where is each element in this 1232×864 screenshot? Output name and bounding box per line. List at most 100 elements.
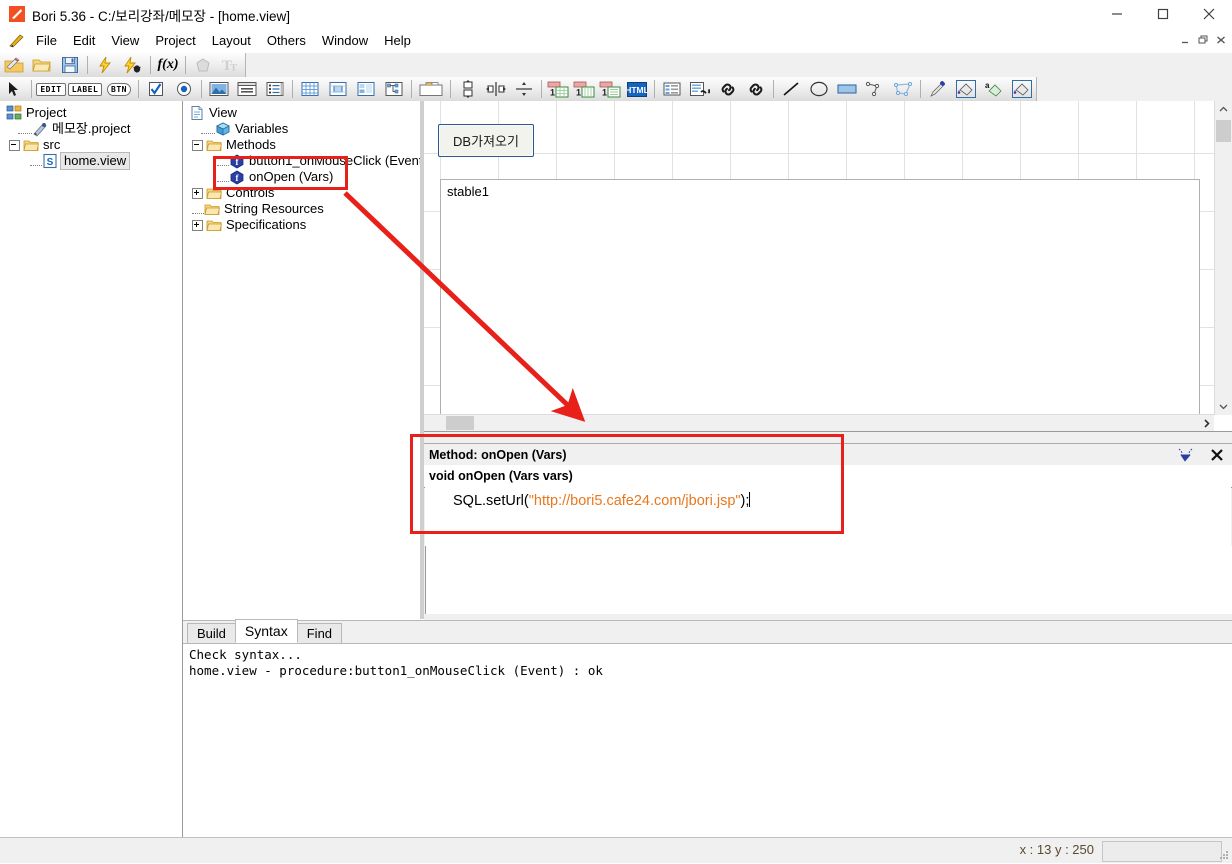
tree-connector <box>30 156 42 166</box>
tree-node-specifications[interactable]: Specifications <box>189 217 420 233</box>
link-editor-icon[interactable] <box>686 78 714 101</box>
window-maximize-button[interactable] <box>1140 0 1186 28</box>
design-canvas[interactable]: DB가져오기 stable1 <box>424 101 1214 421</box>
run-icon[interactable] <box>91 54 119 77</box>
mdi-close-button[interactable] <box>1212 31 1230 49</box>
tree-expander-collapse[interactable] <box>192 139 203 151</box>
chevron-down-icon[interactable] <box>1215 398 1232 415</box>
menu-item-edit[interactable]: Edit <box>65 31 103 50</box>
grid-widget-icon[interactable] <box>296 78 324 101</box>
list-widget-icon[interactable] <box>261 78 289 101</box>
debug-icon[interactable] <box>119 54 147 77</box>
dtable-widget-icon[interactable]: 1 <box>597 78 623 101</box>
menu-item-file[interactable]: File <box>28 31 65 50</box>
grid-split-widget-icon[interactable] <box>352 78 380 101</box>
svg-text:1: 1 <box>576 87 581 97</box>
label-widget-icon[interactable]: LABEL <box>67 78 103 101</box>
align-vertical-icon[interactable] <box>454 78 482 101</box>
tree-expander-collapse[interactable] <box>9 139 20 151</box>
pointer-tool-icon[interactable] <box>0 78 28 101</box>
save-icon[interactable] <box>56 54 84 77</box>
align-horizontal-icon[interactable] <box>482 78 510 101</box>
tree-node-methods[interactable]: Methods <box>189 137 420 153</box>
tab-syntax[interactable]: Syntax <box>234 619 298 643</box>
link-icon[interactable] <box>742 78 770 101</box>
tree-node-project-file[interactable]: 메모장.project <box>6 121 182 137</box>
tab-widget-icon[interactable] <box>415 78 447 101</box>
menu-item-layout[interactable]: Layout <box>204 31 259 50</box>
scrollbar-thumb[interactable] <box>446 416 474 430</box>
fill-color-icon[interactable] <box>952 78 980 101</box>
tree-node-controls[interactable]: Controls <box>189 185 420 201</box>
stable1-widget[interactable]: stable1 <box>440 179 1200 421</box>
folder-icon <box>206 137 223 153</box>
eyedropper-icon[interactable] <box>924 78 952 101</box>
tree-widget-icon[interactable] <box>380 78 408 101</box>
tab-build[interactable]: Build <box>187 623 236 643</box>
bg-color-icon[interactable] <box>1008 78 1036 101</box>
ellipse-tool-icon[interactable] <box>805 78 833 101</box>
window-close-button[interactable] <box>1186 0 1232 28</box>
image-widget-icon[interactable] <box>205 78 233 101</box>
method-editor-panel: Method: onOpen (Vars) void onOpen (Vars … <box>424 431 1232 620</box>
mdi-restore-button[interactable] <box>1194 31 1212 49</box>
status-bar: x : 13 y : 250 <box>0 837 1232 863</box>
tree-node-view-root[interactable]: View <box>189 105 420 121</box>
menu-item-help[interactable]: Help <box>376 31 419 50</box>
db-import-button[interactable]: DB가져오기 <box>438 124 534 157</box>
tab-find[interactable]: Find <box>296 623 343 643</box>
output-text: Check syntax... home.view - procedure:bu… <box>189 647 603 678</box>
variables-icon <box>215 121 231 137</box>
text-color-icon[interactable]: a <box>980 78 1008 101</box>
radio-widget-icon[interactable] <box>170 78 198 101</box>
resize-grip-icon[interactable] <box>1218 849 1230 861</box>
title-bar: Bori 5.36 - C:/보리강좌/메모장 - [home.view] <box>0 0 1232 29</box>
mtable-widget-icon[interactable]: 1 <box>571 78 597 101</box>
method-editor-body[interactable] <box>425 546 1232 614</box>
menu-item-others[interactable]: Others <box>259 31 314 50</box>
polygon-tool-icon[interactable] <box>889 78 917 101</box>
method-code-area[interactable]: SQL.setUrl("http://bori5.cafe24.com/jbor… <box>425 487 1231 552</box>
window-minimize-button[interactable] <box>1094 0 1140 28</box>
tree-node-string-resources[interactable]: String Resources <box>189 201 420 217</box>
tree-node-onopen[interactable]: f onOpen (Vars) <box>189 169 420 185</box>
code-suffix: ); <box>740 493 750 509</box>
open-folder-icon[interactable] <box>28 54 56 77</box>
tree-node-button1-onmouseclick[interactable]: f button1_onMouseClick (Event) <box>189 153 427 169</box>
button-widget-icon[interactable]: BTN <box>103 78 135 101</box>
panel-widget-icon[interactable] <box>233 78 261 101</box>
edit-widget-icon[interactable]: EDIT <box>35 78 67 101</box>
chevron-right-icon[interactable] <box>1198 415 1214 431</box>
link-props-icon[interactable] <box>714 78 742 101</box>
checkbox-widget-icon[interactable] <box>142 78 170 101</box>
canvas-horizontal-scrollbar[interactable] <box>424 414 1214 431</box>
property-list-icon[interactable] <box>658 78 686 101</box>
menu-bar: File Edit View Project Layout Others Win… <box>0 28 1232 53</box>
chevron-up-icon[interactable] <box>1215 101 1232 118</box>
tree-expander-expand[interactable] <box>192 187 203 199</box>
toolbar-row-2: EDIT LABEL BTN 1 1 1 HTML a <box>0 77 1232 102</box>
tree-node-home-view[interactable]: S home.view <box>6 152 182 170</box>
close-icon[interactable] <box>1206 445 1228 465</box>
menu-item-project[interactable]: Project <box>147 31 203 50</box>
new-project-icon[interactable] <box>0 54 28 77</box>
menu-item-window[interactable]: Window <box>314 31 376 50</box>
menu-item-view[interactable]: View <box>103 31 147 50</box>
stable-widget-icon[interactable]: 1 <box>545 78 571 101</box>
function-icon[interactable]: f(x) <box>154 54 182 77</box>
mdi-minimize-button[interactable] <box>1176 31 1194 49</box>
grid-cell-widget-icon[interactable] <box>324 78 352 101</box>
html-widget-icon[interactable]: HTML <box>623 78 651 101</box>
line-tool-icon[interactable] <box>777 78 805 101</box>
tree-label: 메모장.project <box>52 121 131 136</box>
syntax-check-icon[interactable] <box>1174 445 1196 465</box>
tree-node-src[interactable]: src <box>6 137 182 153</box>
scrollbar-thumb[interactable] <box>1216 120 1231 142</box>
tree-expander-expand[interactable] <box>192 219 203 231</box>
tree-node-project-root[interactable]: Project <box>6 105 182 121</box>
align-center-icon[interactable] <box>510 78 538 101</box>
tree-node-variables[interactable]: Variables <box>189 121 420 137</box>
polyline-tool-icon[interactable] <box>861 78 889 101</box>
canvas-vertical-scrollbar[interactable] <box>1214 101 1232 415</box>
rect-tool-icon[interactable] <box>833 78 861 101</box>
